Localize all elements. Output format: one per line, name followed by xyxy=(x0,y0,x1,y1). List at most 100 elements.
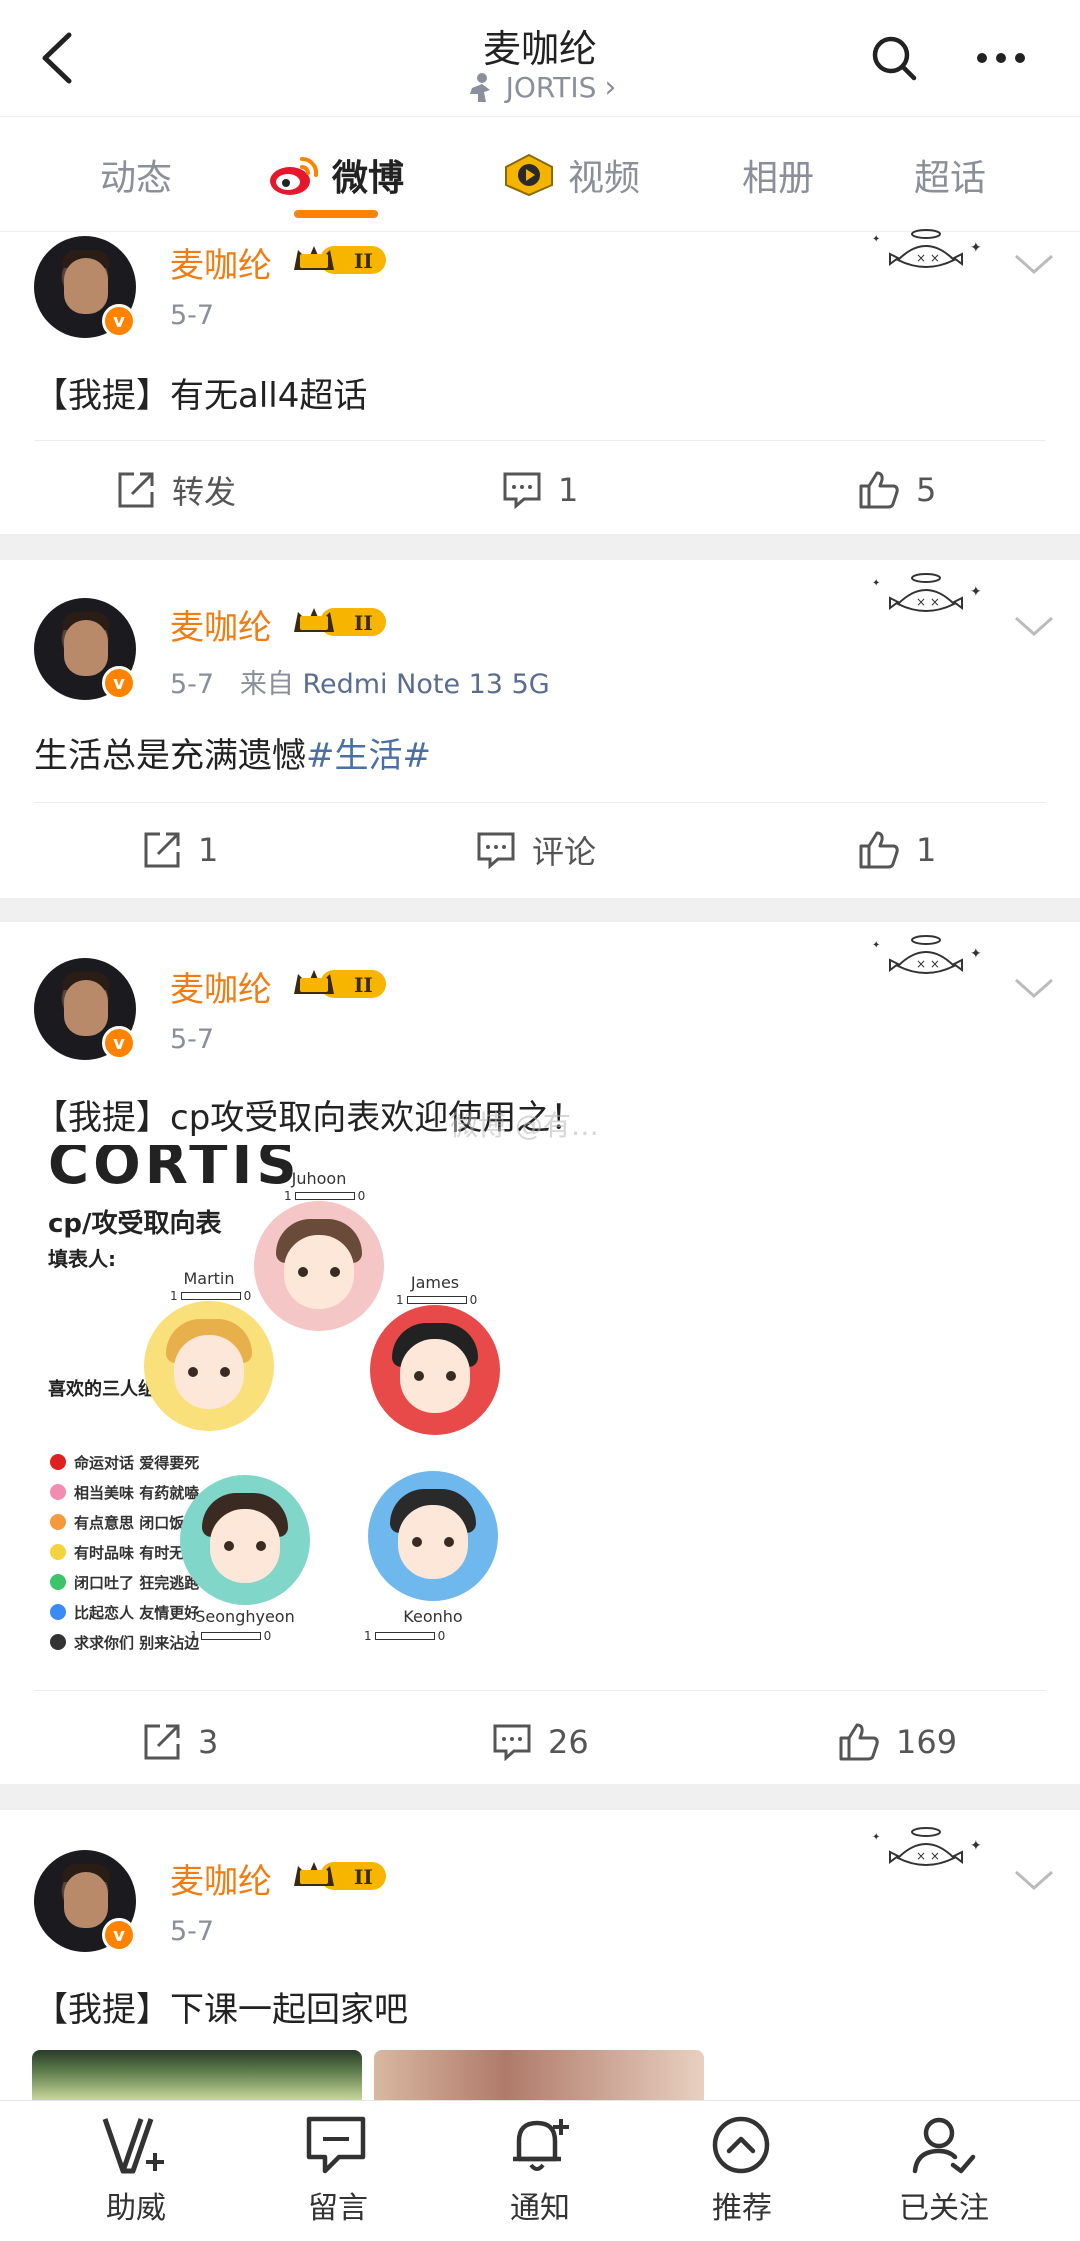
profile-tabs: 动态 微博 视频 相册 超话 xyxy=(0,116,1080,232)
recommend-button[interactable]: 推荐 xyxy=(672,2113,812,2233)
verified-badge-icon: v xyxy=(102,304,136,338)
repost-button[interactable]: 转发 xyxy=(116,460,236,520)
svg-text:× ×: × × xyxy=(916,1849,940,1863)
following-button[interactable]: 已关注 xyxy=(874,2113,1014,2233)
recommend-label: 推荐 xyxy=(712,2191,772,2226)
comment-icon xyxy=(477,832,515,869)
repost-button[interactable]: 1 xyxy=(142,820,218,880)
svg-text:✦: ✦ xyxy=(872,1832,880,1843)
character-avatar-keonho xyxy=(368,1471,498,1601)
thumbs-up-icon xyxy=(859,471,899,509)
post-date: 5-7 xyxy=(170,1916,215,1947)
message-board-button[interactable]: 留言 xyxy=(268,2113,408,2233)
tab-supertopic[interactable]: 超话 xyxy=(914,145,986,205)
legend-row: 闭口吐了 狂完逃跑 xyxy=(50,1571,199,1593)
crown-level-badge-icon: II xyxy=(294,246,386,274)
repost-icon xyxy=(144,832,180,868)
cheer-button[interactable]: 助威 xyxy=(66,2113,206,2233)
like-button[interactable]: 169 xyxy=(838,1712,957,1772)
source-device[interactable]: Redmi Note 13 5G xyxy=(302,669,549,700)
legend-row: 求求你们 别来沾边 xyxy=(50,1631,199,1653)
comment-button[interactable]: 1 xyxy=(502,460,578,520)
image-subtitle: cp/攻受取向表 xyxy=(48,1209,222,1239)
legend-row: 有点意思 闭口饭饭 xyxy=(50,1511,199,1533)
post-image-thumbnail[interactable] xyxy=(32,2050,362,2100)
character-name: Seonghyeon xyxy=(195,1607,295,1626)
image-watermark: 微博 @有… xyxy=(450,1109,599,1142)
post-menu-chevron-icon[interactable] xyxy=(1012,972,1056,1002)
avatar[interactable]: v xyxy=(34,958,136,1060)
svg-text:✦: ✦ xyxy=(872,234,880,245)
avatar[interactable]: v xyxy=(34,598,136,700)
more-button[interactable] xyxy=(966,28,1036,88)
post-separator xyxy=(0,534,1080,560)
svg-text:II: II xyxy=(354,611,373,635)
avatar[interactable]: v xyxy=(34,1850,136,1952)
legend-dot xyxy=(50,1634,66,1650)
more-dots-icon xyxy=(977,53,1025,63)
divider xyxy=(34,1690,1046,1691)
repost-icon xyxy=(118,472,154,508)
post-menu-chevron-icon[interactable] xyxy=(1012,248,1056,278)
svg-text:× ×: × × xyxy=(916,957,940,971)
tab-video[interactable]: 视频 xyxy=(502,145,640,205)
legend-dot xyxy=(50,1484,66,1500)
search-button[interactable] xyxy=(864,28,924,88)
svg-text:× ×: × × xyxy=(916,251,940,265)
svg-text:✦: ✦ xyxy=(970,240,982,256)
bell-plus-icon xyxy=(513,2119,569,2171)
author-name[interactable]: 麦咖纶 xyxy=(170,600,272,649)
svg-text:II: II xyxy=(354,249,373,273)
character-avatar-seonghyeon xyxy=(180,1475,310,1605)
post-text: 【我提】有无all4超话 xyxy=(34,376,368,416)
svg-text:✦: ✦ xyxy=(872,940,880,951)
like-button[interactable]: 1 xyxy=(858,820,936,880)
like-button[interactable]: 5 xyxy=(858,460,936,520)
svg-text:✦: ✦ xyxy=(872,578,880,589)
video-icon xyxy=(505,153,553,197)
post-image-thumbnail[interactable] xyxy=(374,2050,704,2100)
svg-text:✦: ✦ xyxy=(970,946,982,962)
hashtag-link[interactable]: #生活# xyxy=(306,736,431,776)
divider xyxy=(34,802,1046,803)
legend-row: 相当美味 有药就嗑 xyxy=(50,1481,199,1503)
image-fill-label: 填表人: xyxy=(48,1247,116,1271)
tab-weibo[interactable]: 微博 xyxy=(268,145,404,205)
repost-icon xyxy=(144,1724,180,1760)
character-avatar-james xyxy=(370,1305,500,1435)
thumbs-up-icon xyxy=(859,831,899,869)
following-label: 已关注 xyxy=(899,2191,989,2226)
avatar[interactable]: v xyxy=(34,236,136,338)
tab-dynamics[interactable]: 动态 xyxy=(100,145,172,205)
post-image[interactable]: CORTIS cp/攻受取向表 填表人: 喜欢的三人组: 命运对话 爱得要死 相… xyxy=(34,1145,734,1665)
tab-album[interactable]: 相册 xyxy=(742,145,814,205)
source-prefix: 来自 xyxy=(239,669,294,700)
character-name: Martin xyxy=(183,1269,235,1288)
repost-button[interactable]: 3 xyxy=(142,1712,218,1772)
notify-button[interactable]: 通知 xyxy=(470,2113,610,2233)
tab-label: 微博 xyxy=(332,158,405,199)
comment-button[interactable]: 26 xyxy=(492,1712,589,1772)
svg-text:II: II xyxy=(354,1865,373,1889)
svg-text:✦: ✦ xyxy=(970,584,982,600)
tab-label: 视频 xyxy=(568,158,641,199)
crown-level-badge-icon: II xyxy=(294,1862,386,1890)
svg-text:II: II xyxy=(354,973,373,997)
top-bar: 麦咖纶 JORTIS › xyxy=(0,0,1080,116)
author-name[interactable]: 麦咖纶 xyxy=(170,962,272,1011)
post-menu-chevron-icon[interactable] xyxy=(1012,1864,1056,1894)
crown-level-badge-icon: II xyxy=(294,608,386,636)
like-count: 1 xyxy=(916,831,937,869)
author-name[interactable]: 麦咖纶 xyxy=(170,1854,272,1903)
verified-badge-icon: v xyxy=(102,1918,136,1952)
comment-count: 26 xyxy=(548,1723,589,1761)
author-name[interactable]: 麦咖纶 xyxy=(170,238,272,287)
post-text-body: 生活总是充满遗憾 xyxy=(34,736,306,776)
comment-icon xyxy=(493,1724,531,1761)
svg-text:✦: ✦ xyxy=(970,1838,982,1854)
post-menu-chevron-icon[interactable] xyxy=(1012,610,1056,640)
thumbs-up-icon xyxy=(839,1723,879,1761)
comment-button[interactable]: 评论 xyxy=(476,820,596,880)
legend-dot xyxy=(50,1604,66,1620)
repost-label: 转发 xyxy=(172,473,237,511)
